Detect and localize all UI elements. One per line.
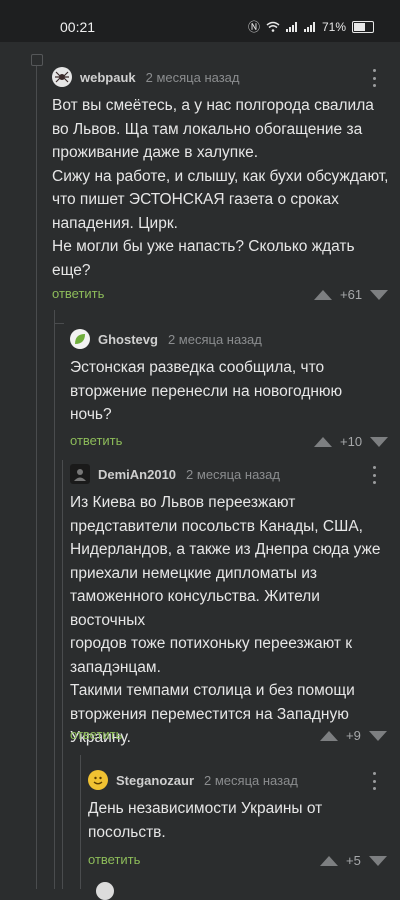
collapse-thread-button[interactable]: [31, 54, 43, 66]
status-icons: Ⓝ 71%: [248, 18, 374, 35]
comment-date[interactable]: 2 месяца назад: [168, 332, 262, 347]
comment-header: webpauk 2 месяца назад: [52, 67, 240, 87]
reply-button[interactable]: ответить: [52, 286, 104, 301]
upvote-icon[interactable]: [320, 730, 338, 741]
upvote-icon[interactable]: [314, 289, 332, 300]
comment-text: Из Киева во Львов переезжают представите…: [70, 494, 381, 746]
thread-line: [62, 460, 63, 889]
vote-controls: +10: [314, 434, 389, 449]
thread-line: [80, 755, 81, 889]
reply-button[interactable]: ответить: [88, 852, 140, 867]
comment-score: +9: [346, 728, 361, 743]
comment-score: +10: [340, 434, 363, 449]
upvote-icon[interactable]: [320, 855, 338, 866]
leaf-avatar-icon[interactable]: [70, 329, 90, 349]
battery-percent: 71%: [321, 19, 346, 34]
downvote-icon[interactable]: [368, 855, 387, 866]
more-options-icon[interactable]: [372, 466, 376, 484]
dark-avatar-icon[interactable]: [70, 464, 90, 484]
comment-header: DemiAn2010 2 месяца назад: [70, 464, 280, 484]
comment-score: +5: [346, 853, 361, 868]
downvote-icon[interactable]: [370, 289, 389, 300]
upvote-icon[interactable]: [314, 436, 332, 447]
status-bar: 00:21 Ⓝ 71%: [0, 0, 400, 42]
thread-line: [36, 66, 37, 889]
nfc-icon: Ⓝ: [247, 20, 260, 34]
wifi-icon: [266, 21, 280, 32]
comment-author[interactable]: webpauk: [80, 70, 136, 85]
vote-controls: +5: [320, 853, 387, 868]
reply-button[interactable]: ответить: [70, 727, 122, 742]
comment-text: Вот вы смеётесь, а у нас полгорода свали…: [52, 97, 389, 279]
next-comment-avatar-icon[interactable]: [96, 882, 114, 900]
thread-line: [54, 310, 55, 889]
comment-author[interactable]: Steganozaur: [116, 773, 194, 788]
comment-header: Steganozaur 2 месяца назад: [88, 770, 298, 790]
comment-date[interactable]: 2 месяца назад: [146, 70, 240, 85]
battery-icon: [352, 20, 374, 33]
comment-date[interactable]: 2 месяца назад: [204, 773, 298, 788]
more-options-icon[interactable]: [372, 772, 376, 790]
comment-score: +61: [340, 287, 363, 302]
signal-icon: [285, 21, 297, 32]
signal-icon-2: [303, 21, 315, 32]
comment-text: Эстонская разведка сообщила, что вторжен…: [70, 359, 343, 423]
comment-text: День независимости Украины от посольств.: [88, 800, 323, 841]
reply-button[interactable]: ответить: [70, 433, 122, 448]
comment-author[interactable]: Ghostevg: [98, 332, 158, 347]
comment-date[interactable]: 2 месяца назад: [186, 467, 280, 482]
thread-connector: [54, 323, 64, 324]
vote-controls: +9: [320, 728, 387, 743]
downvote-icon[interactable]: [370, 436, 389, 447]
vote-controls: +61: [314, 287, 389, 302]
smiley-avatar-icon[interactable]: [88, 770, 108, 790]
comment-header: Ghostevg 2 месяца назад: [70, 329, 262, 349]
more-options-icon[interactable]: [372, 69, 376, 87]
comment-author[interactable]: DemiAn2010: [98, 467, 176, 482]
spider-avatar-icon[interactable]: [52, 67, 72, 87]
downvote-icon[interactable]: [368, 730, 387, 741]
clock: 00:21: [60, 19, 96, 35]
